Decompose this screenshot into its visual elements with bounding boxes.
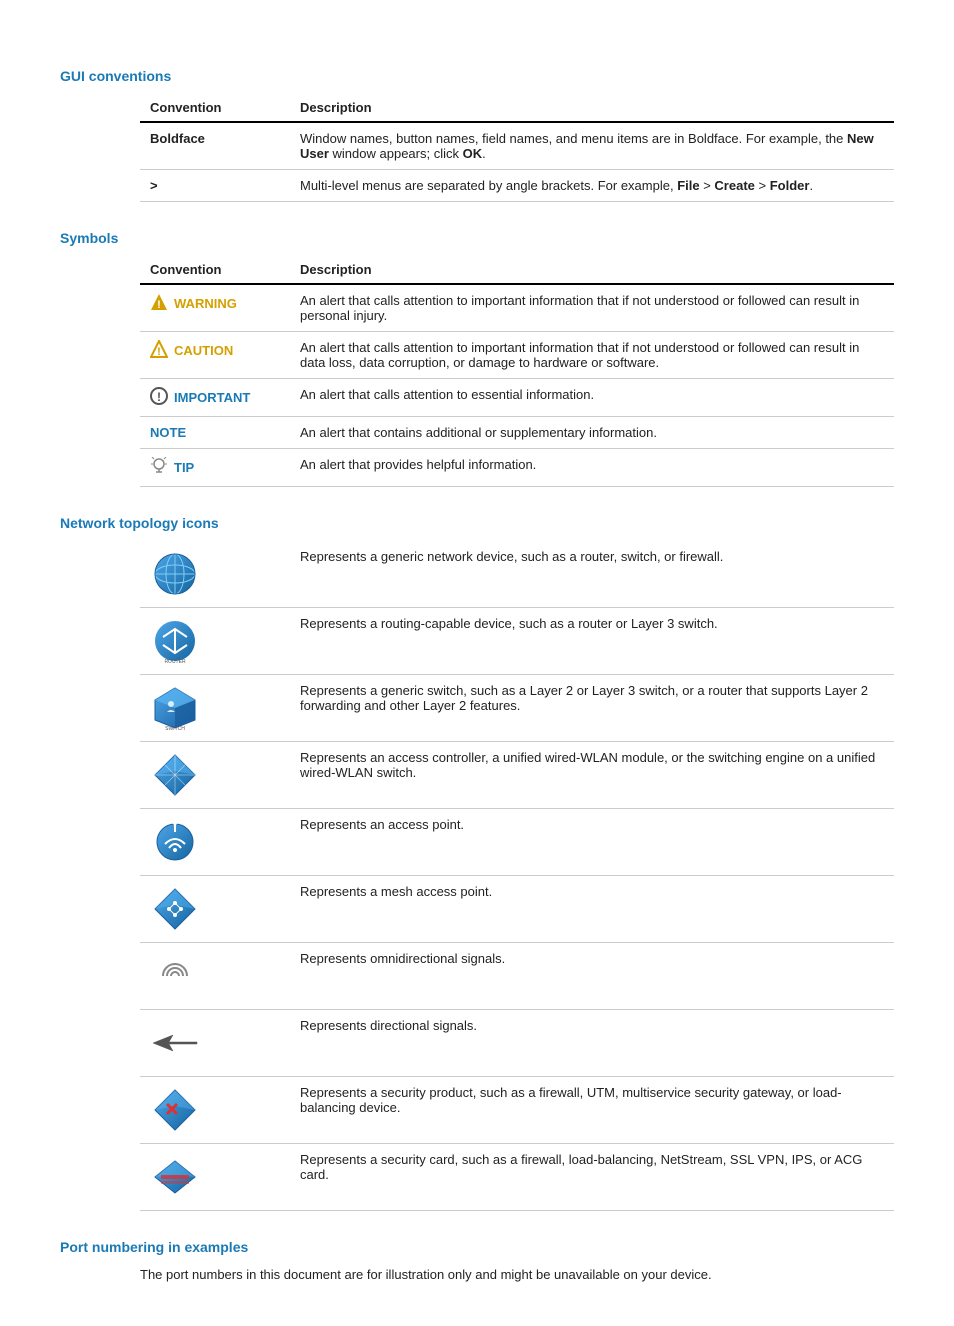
svg-text:ROUTER: ROUTER — [164, 659, 186, 665]
important-icon: ! — [150, 387, 168, 408]
important-label: IMPORTANT — [174, 390, 250, 405]
topo-desc-dir: Represents directional signals. — [290, 1010, 894, 1077]
table-row: Boldface Window names, button names, fie… — [140, 122, 894, 170]
topo-icon-security-card — [140, 1144, 290, 1211]
topo-icon-omni — [140, 943, 290, 1010]
sym-important-convention: ! IMPORTANT — [140, 379, 290, 417]
gui-conventions-table: Convention Description Boldface Window n… — [140, 94, 894, 202]
port-numbering-section: The port numbers in this document are fo… — [60, 1265, 894, 1286]
mesh-access-point-icon — [150, 884, 200, 934]
switch-icon: SWITCH — [150, 683, 200, 733]
table-row: Represents omnidirectional signals. — [140, 943, 894, 1010]
gui-conventions-title: GUI conventions — [60, 68, 894, 84]
access-point-icon — [150, 817, 200, 867]
router-icon: ROUTER — [150, 616, 200, 666]
security-product-icon — [150, 1085, 200, 1135]
port-numbering-description: The port numbers in this document are fo… — [140, 1265, 894, 1286]
table-row: SWITCH Represents a generic switch, such… — [140, 675, 894, 742]
table-row: Represents a generic network device, suc… — [140, 541, 894, 608]
network-topology-table: Represents a generic network device, suc… — [140, 541, 894, 1211]
tip-label: TIP — [174, 460, 194, 475]
warning-label: WARNING — [174, 296, 237, 311]
directional-signal-icon — [150, 1018, 200, 1068]
gui-conventions-table-wrap: Convention Description Boldface Window n… — [140, 94, 894, 202]
sym-warning-description: An alert that calls attention to importa… — [290, 284, 894, 332]
topo-icon-mesh-ap — [140, 876, 290, 943]
table-row: ROUTER Represents a routing-capable devi… — [140, 608, 894, 675]
svg-text:!: ! — [157, 299, 161, 311]
topo-desc-switch: Represents a generic switch, such as a L… — [290, 675, 894, 742]
sym-note-convention: NOTE — [140, 417, 290, 449]
sym-important-description: An alert that calls attention to essenti… — [290, 379, 894, 417]
table-row: Represents an access controller, a unifi… — [140, 742, 894, 809]
caution-label: CAUTION — [174, 343, 233, 358]
network-topology-table-wrap: Represents a generic network device, suc… — [140, 541, 894, 1211]
sym-note-description: An alert that contains additional or sup… — [290, 417, 894, 449]
gui-row1-description: Window names, button names, field names,… — [290, 122, 894, 170]
gui-row2-convention: > — [140, 170, 290, 202]
table-row: Represents a mesh access point. — [140, 876, 894, 943]
svg-text:SWITCH: SWITCH — [165, 726, 185, 732]
network-topology-title: Network topology icons — [60, 515, 894, 531]
sym-col-description: Description — [290, 256, 894, 284]
table-row: TIP An alert that provides helpful infor… — [140, 449, 894, 487]
table-row: ! IMPORTANT An alert that calls attentio… — [140, 379, 894, 417]
gui-row2-description: Multi-level menus are separated by angle… — [290, 170, 894, 202]
topo-icon-switch: SWITCH — [140, 675, 290, 742]
caution-icon: ! — [150, 340, 168, 361]
topo-desc-security: Represents a security product, such as a… — [290, 1077, 894, 1144]
sym-caution-description: An alert that calls attention to importa… — [290, 332, 894, 379]
note-label: NOTE — [150, 425, 186, 440]
symbols-table-wrap: Convention Description ! WARNING — [140, 256, 894, 487]
table-row: Represents a security product, such as a… — [140, 1077, 894, 1144]
omni-signal-icon — [150, 951, 200, 1001]
table-row: ! CAUTION An alert that calls attention … — [140, 332, 894, 379]
topo-icon-dir — [140, 1010, 290, 1077]
topo-icon-router: ROUTER — [140, 608, 290, 675]
warning-icon: ! — [150, 293, 168, 314]
topo-icon-security — [140, 1077, 290, 1144]
table-row: NOTE An alert that contains additional o… — [140, 417, 894, 449]
topo-desc-generic: Represents a generic network device, suc… — [290, 541, 894, 608]
gui-col-convention: Convention — [140, 94, 290, 122]
topo-desc-mesh-ap: Represents a mesh access point. — [290, 876, 894, 943]
symbols-table: Convention Description ! WARNING — [140, 256, 894, 487]
gui-col-description: Description — [290, 94, 894, 122]
sym-col-convention: Convention — [140, 256, 290, 284]
access-controller-icon — [150, 750, 200, 800]
topo-desc-ac: Represents an access controller, a unifi… — [290, 742, 894, 809]
sym-warning-convention: ! WARNING — [140, 284, 290, 332]
table-row: Represents an access point. — [140, 809, 894, 876]
topo-icon-ap — [140, 809, 290, 876]
topo-desc-router: Represents a routing-capable device, suc… — [290, 608, 894, 675]
gui-row1-convention: Boldface — [140, 122, 290, 170]
table-row: Represents a security card, such as a fi… — [140, 1144, 894, 1211]
security-card-icon — [150, 1152, 200, 1202]
generic-device-icon — [150, 549, 200, 599]
topo-desc-security-card: Represents a security card, such as a fi… — [290, 1144, 894, 1211]
topo-desc-ap: Represents an access point. — [290, 809, 894, 876]
table-row: Represents directional signals. — [140, 1010, 894, 1077]
topo-desc-omni: Represents omnidirectional signals. — [290, 943, 894, 1010]
table-row: > Multi-level menus are separated by ang… — [140, 170, 894, 202]
sym-caution-convention: ! CAUTION — [140, 332, 290, 379]
svg-text:!: ! — [157, 346, 161, 358]
sym-tip-convention: TIP — [140, 449, 290, 487]
topo-icon-generic — [140, 541, 290, 608]
table-row: ! WARNING An alert that calls attention … — [140, 284, 894, 332]
sym-tip-description: An alert that provides helpful informati… — [290, 449, 894, 487]
symbols-title: Symbols — [60, 230, 894, 246]
port-numbering-title: Port numbering in examples — [60, 1239, 894, 1255]
svg-text:!: ! — [157, 390, 161, 404]
topo-icon-ac — [140, 742, 290, 809]
tip-icon — [150, 457, 168, 478]
